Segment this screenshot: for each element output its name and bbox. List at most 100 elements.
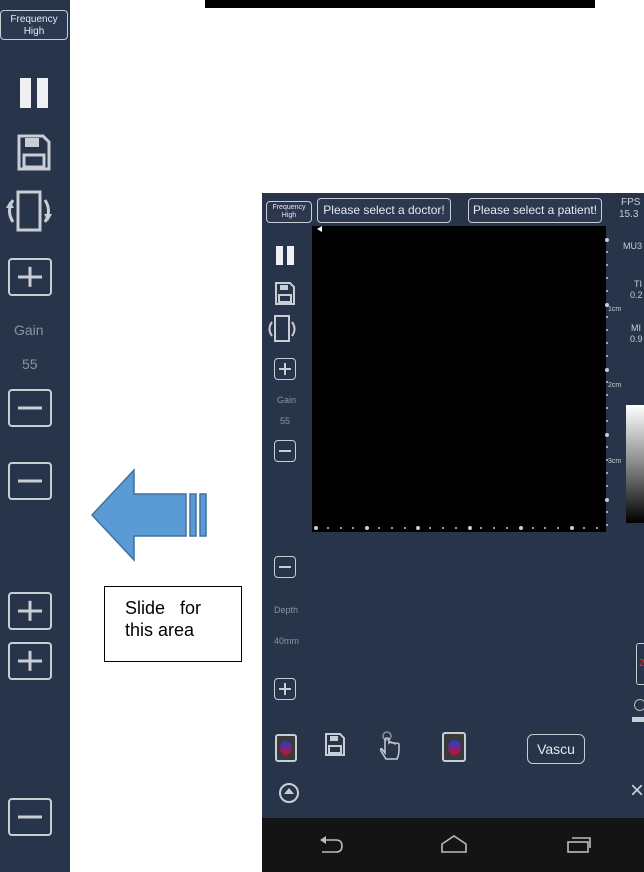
depth-tick	[606, 472, 608, 474]
gain-value: 55	[22, 356, 38, 372]
width-tick	[570, 526, 574, 530]
depth-tick	[605, 368, 609, 372]
depth-tick	[606, 329, 608, 331]
color-mode-button[interactable]	[275, 734, 297, 762]
back-button[interactable]	[318, 836, 344, 854]
android-nav-bar	[262, 818, 644, 872]
depth-tick	[606, 485, 608, 487]
depth-tick	[606, 446, 608, 448]
phone-frequency-button[interactable]: Frequency High	[266, 201, 312, 223]
chevron-up-icon	[284, 788, 294, 794]
phone-frequency-value: High	[281, 212, 297, 219]
phone-gain-decrease-button[interactable]	[274, 440, 296, 462]
depth-decrease-button[interactable]	[8, 462, 52, 500]
fps-value: 15.3	[619, 209, 639, 220]
phone-gain-value: 55	[280, 416, 291, 426]
left-arrow-icon	[90, 468, 207, 562]
depth-tick	[605, 433, 609, 437]
mu-label: MU3	[623, 241, 643, 251]
flip-button[interactable]	[4, 188, 68, 234]
width-tick	[454, 527, 457, 529]
side-number-badge[interactable]: 2	[636, 643, 644, 685]
phone-gain-label: Gain	[277, 395, 297, 405]
color-mode-icon-2	[448, 740, 461, 755]
phone-flip-button[interactable]	[266, 314, 306, 344]
battery-icon	[632, 717, 644, 722]
phone-depth-decrease-button[interactable]	[274, 556, 296, 578]
phone-pause-icon	[276, 246, 283, 265]
gain-decrease-button[interactable]	[8, 389, 52, 427]
depth-tick	[606, 459, 608, 461]
width-tick	[518, 526, 523, 530]
pause-button[interactable]	[20, 78, 48, 108]
width-tick	[339, 527, 342, 529]
depth-tick	[605, 498, 609, 502]
recents-button[interactable]	[566, 836, 592, 854]
depth-tick	[606, 316, 608, 318]
extra-decrease-button[interactable]	[8, 798, 52, 836]
width-tick	[442, 527, 444, 529]
phone-screen: Frequency High Please select a doctor! P…	[262, 193, 644, 872]
phone-depth-label: Depth	[274, 605, 299, 615]
depth-tick	[606, 407, 608, 409]
touch-button[interactable]	[378, 731, 402, 761]
color-mode-button-2[interactable]	[442, 732, 466, 762]
back-icon	[320, 836, 343, 853]
select-patient-button[interactable]: Please select a patient!	[468, 198, 602, 223]
flip-icon	[6, 190, 52, 232]
left-control-strip[interactable]: Frequency High Gain 55	[0, 0, 70, 872]
mi-value: 0.9	[630, 334, 643, 344]
hand-pointer-icon	[379, 731, 400, 760]
phone-pause-button[interactable]	[276, 246, 294, 265]
top-black-bar	[205, 0, 595, 8]
depth-tick	[606, 342, 608, 344]
phone-flip-icon	[268, 315, 296, 342]
gain-increase-button[interactable]	[8, 258, 52, 296]
depth-tick	[606, 394, 608, 396]
depth-tick	[606, 355, 608, 357]
depth-mark-3cm: 3cm	[608, 458, 622, 465]
slide-arrow	[90, 460, 212, 570]
expand-button[interactable]	[279, 783, 299, 803]
phone-depth-value: 40mm	[274, 636, 300, 646]
depth-increase-button-1[interactable]	[8, 592, 52, 630]
width-tick	[390, 527, 393, 529]
frequency-value: High	[23, 26, 45, 37]
frequency-label: Frequency	[10, 14, 58, 25]
callout-line-1: Slide for	[125, 598, 202, 618]
phone-gain-increase-button[interactable]	[274, 358, 296, 380]
width-tick	[326, 527, 329, 529]
width-tick	[582, 527, 585, 529]
select-doctor-button[interactable]: Please select a doctor!	[317, 198, 451, 223]
width-tick	[467, 526, 472, 530]
width-tick	[595, 527, 598, 529]
close-icon[interactable]: ×	[630, 779, 644, 803]
phone-save-button[interactable]	[274, 282, 296, 306]
slide-callout-box: Slide for this area	[104, 586, 242, 662]
probe-status-icon	[634, 699, 644, 711]
color-mode-icon	[280, 741, 292, 755]
width-tick	[506, 527, 508, 529]
width-tick	[531, 527, 534, 529]
ultrasound-image[interactable]	[312, 226, 606, 532]
width-tick	[314, 526, 318, 530]
frequency-button[interactable]: Frequency High	[0, 10, 68, 40]
mode-button[interactable]: Vascu	[527, 734, 585, 764]
side-number: 2	[639, 658, 644, 669]
width-tick	[403, 527, 406, 529]
save-button[interactable]	[16, 134, 52, 172]
phone-frequency-label: Frequency	[272, 204, 306, 211]
save-icon	[17, 134, 51, 171]
phone-depth-increase-button[interactable]	[274, 678, 296, 700]
depth-mark-1cm: 1cm	[608, 306, 622, 313]
bottom-save-button[interactable]	[324, 733, 346, 757]
home-button[interactable]	[440, 834, 468, 854]
depth-tick	[606, 251, 608, 253]
depth-tick	[606, 524, 608, 526]
image-orientation-marker	[317, 226, 322, 232]
recents-icon	[567, 837, 591, 853]
ti-label: TI	[634, 279, 642, 289]
depth-tick	[606, 420, 608, 422]
depth-tick	[606, 277, 608, 279]
depth-increase-button-2[interactable]	[8, 642, 52, 680]
